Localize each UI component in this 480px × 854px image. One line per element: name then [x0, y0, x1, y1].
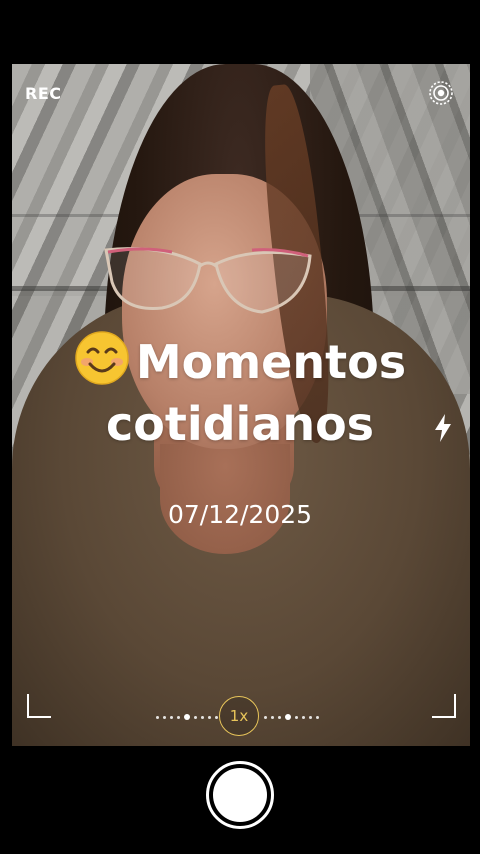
- person-neckline: [160, 444, 290, 554]
- zoom-scale-left: [156, 714, 218, 720]
- frame-corner-bottom-left: [27, 694, 51, 718]
- zoom-level-button[interactable]: 1x: [219, 696, 259, 736]
- title-line-1: Momentos: [135, 335, 407, 389]
- shutter-button[interactable]: [206, 761, 274, 829]
- shutter-button-inner: [213, 768, 267, 822]
- frame-corner-bottom-right: [432, 694, 456, 718]
- overlay-title: Momentos: [0, 330, 480, 388]
- zoom-control[interactable]: 1x: [156, 696, 322, 738]
- eyeglasses: [104, 247, 312, 314]
- zoom-scale-right: [264, 714, 319, 720]
- smiling-face-emoji: [75, 331, 129, 385]
- title-line-2: cotidianos: [105, 397, 375, 451]
- settings-icon[interactable]: [428, 80, 454, 106]
- rec-indicator: REC: [25, 84, 62, 103]
- date-label: 07/12/2025: [167, 500, 313, 529]
